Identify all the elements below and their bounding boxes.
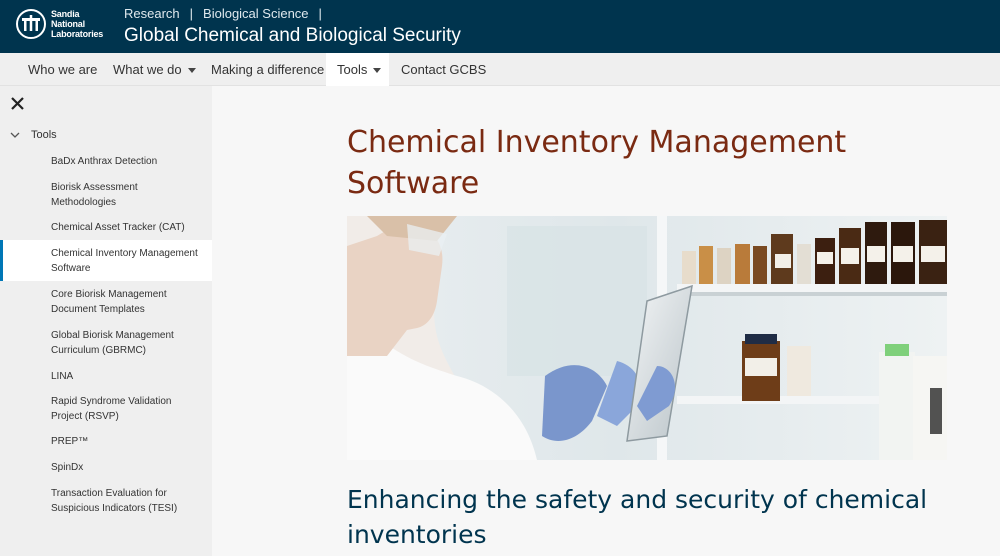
main-nav: Who we are What we do Making a differenc… [0,53,1000,86]
breadcrumb-biological-science[interactable]: Biological Science [203,6,309,21]
breadcrumb-research[interactable]: Research [124,6,180,21]
sidebar-item-tesi[interactable]: Transaction Evaluation for Suspicious In… [0,486,212,516]
page-title: Chemical Inventory Management Software [347,125,847,201]
caret-down-icon [187,68,196,74]
site-header: Sandia National Laboratories Research | … [0,0,1000,53]
sidebar-item-gbrmc[interactable]: Global Biorisk Management Curriculum (GB… [0,328,212,358]
sidebar-item-rsvp[interactable]: Rapid Syndrome Validation Project (RSVP) [0,394,212,424]
caret-down-icon [373,68,382,74]
nav-tools[interactable]: Tools [326,53,389,86]
hero-image [347,216,947,460]
nav-who-we-are[interactable]: Who we are [17,53,108,86]
sidebar-item-prep[interactable]: PREP™ [0,434,212,449]
breadcrumb-separator: | [189,6,194,21]
page-subtitle: Enhancing the safety and security of che… [347,485,928,549]
sidebar-section-tools[interactable]: Tools [10,129,57,141]
breadcrumb: Research | Biological Science | [124,6,322,21]
sidebar-item-cat[interactable]: Chemical Asset Tracker (CAT) [0,220,212,235]
sidebar-section-label: Tools [31,129,57,141]
sidebar-item-core-biorisk[interactable]: Core Biorisk Management Document Templat… [0,287,212,317]
chevron-down-icon [10,132,20,138]
main-content: Chemical Inventory Management Software E… [212,86,1000,556]
sidebar-item-spindx[interactable]: SpinDx [0,460,212,475]
sidebar-item-badx[interactable]: BaDx Anthrax Detection [0,154,212,169]
breadcrumb-separator: | [318,6,322,21]
sidebar: Tools BaDx Anthrax Detection Biorisk Ass… [0,86,212,556]
sidebar-item-chemical-inventory[interactable]: Chemical Inventory Management Software [0,240,212,281]
logo-wordmark: Sandia National Laboratories [51,9,104,39]
sandia-logo[interactable]: Sandia National Laboratories [16,9,103,39]
nav-contact-gcbs[interactable]: Contact GCBS [390,53,497,86]
close-icon[interactable] [11,97,24,115]
site-title[interactable]: Global Chemical and Biological Security [124,25,461,47]
nav-what-we-do[interactable]: What we do [102,53,207,86]
sidebar-item-lina[interactable]: LINA [0,369,212,384]
sidebar-item-biorisk-assessment[interactable]: Biorisk Assessment Methodologies [0,180,212,210]
nav-making-a-difference[interactable]: Making a difference [200,53,335,86]
thunderbird-icon [16,9,46,39]
